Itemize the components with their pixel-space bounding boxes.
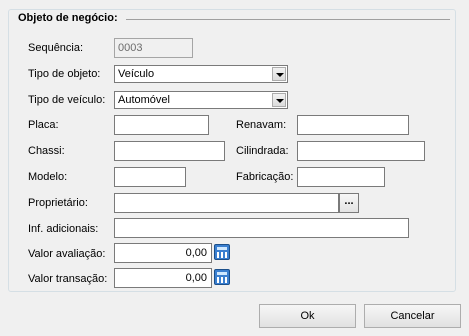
proprietario-label: Proprietário: (28, 197, 88, 209)
chassi-label: Chassi: (28, 145, 65, 157)
group-title: Objeto de negócio: (16, 12, 120, 24)
tipo-veiculo-value: Automóvel (118, 94, 170, 106)
chassi-field[interactable] (114, 141, 225, 161)
renavam-field[interactable] (297, 115, 409, 135)
renavam-label: Renavam: (236, 119, 287, 131)
valor-avaliacao-label: Valor avaliação: (28, 248, 106, 260)
fabricacao-label: Fabricação: (236, 171, 294, 183)
modelo-label: Modelo: (28, 171, 68, 183)
placa-field[interactable] (114, 115, 209, 135)
calculator-icon[interactable] (214, 269, 230, 285)
tipo-objeto-label: Tipo de objeto: (28, 68, 101, 80)
inf-adicionais-label: Inf. adicionais: (28, 223, 99, 235)
chevron-down-icon[interactable] (272, 67, 286, 81)
inf-adicionais-field[interactable] (114, 218, 409, 238)
cilindrada-field[interactable] (297, 141, 425, 161)
calculator-icon[interactable] (214, 244, 230, 260)
placa-label: Placa: (28, 119, 59, 131)
cilindrada-label: Cilindrada: (236, 145, 289, 157)
valor-transacao-field[interactable] (114, 268, 212, 288)
valor-transacao-label: Valor transação: (28, 273, 108, 285)
fabricacao-field[interactable] (297, 167, 385, 187)
cancel-button[interactable]: Cancelar (364, 304, 461, 328)
sequencia-field (114, 38, 193, 58)
tipo-veiculo-select[interactable]: Automóvel (114, 91, 288, 109)
tipo-objeto-value: Veículo (118, 68, 155, 80)
modelo-field[interactable] (114, 167, 186, 187)
tipo-objeto-select[interactable]: Veículo (114, 65, 288, 83)
ok-button[interactable]: Ok (259, 304, 356, 328)
proprietario-field[interactable] (114, 193, 339, 213)
tipo-veiculo-label: Tipo de veículo: (28, 94, 106, 106)
group-divider (126, 19, 450, 20)
sequencia-label: Sequência: (28, 42, 84, 54)
proprietario-lookup-button[interactable]: ... (339, 193, 359, 213)
chevron-down-icon[interactable] (272, 93, 286, 107)
valor-avaliacao-field[interactable] (114, 243, 212, 263)
